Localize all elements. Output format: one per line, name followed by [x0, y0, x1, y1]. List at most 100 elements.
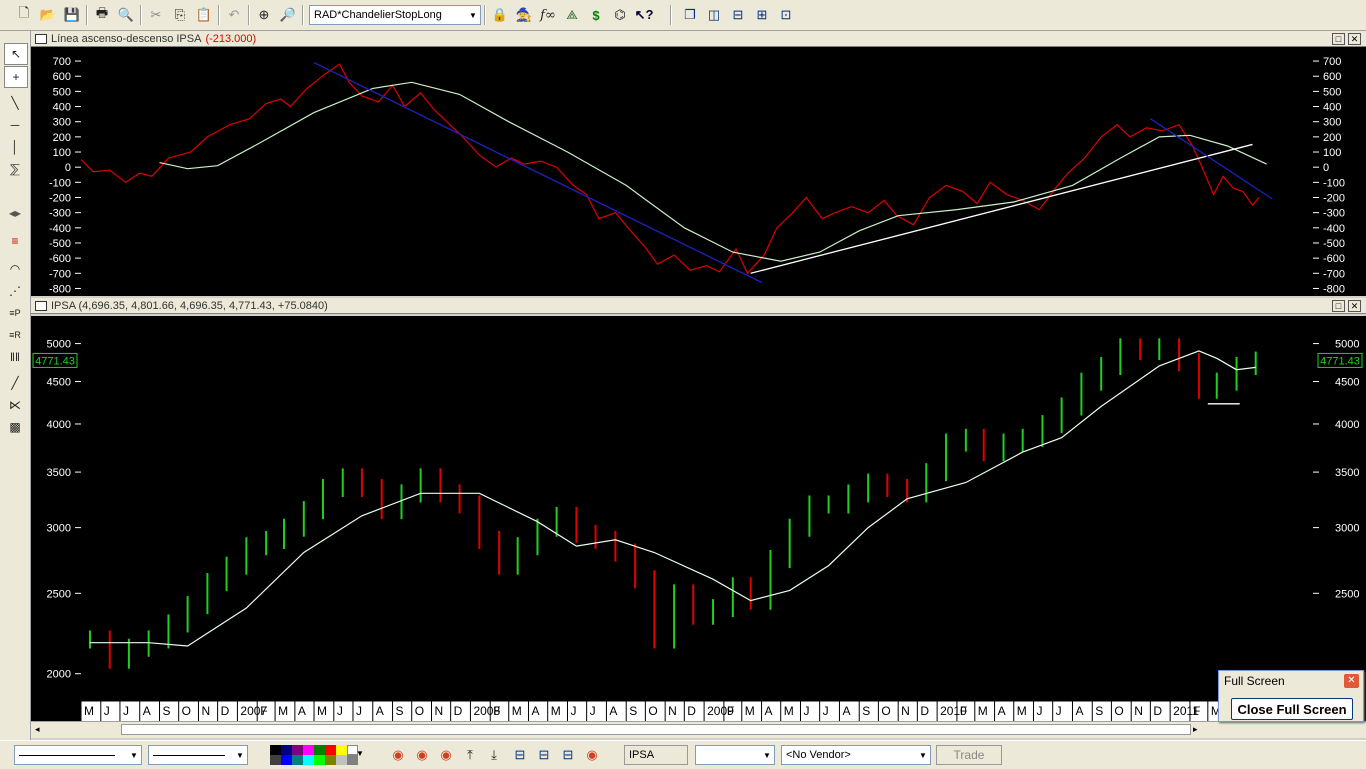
scroll-right-icon[interactable]: ▸: [1193, 724, 1198, 735]
trendline-tool-icon[interactable]: ╲: [4, 93, 26, 113]
y-tick-label: 0: [1323, 162, 1329, 174]
y-tick-label: 3000: [47, 523, 71, 535]
paste-icon[interactable]: 📋: [194, 5, 214, 25]
window-layout-icon[interactable]: ⊟: [534, 745, 554, 765]
line-width-select[interactable]: ▼: [148, 745, 248, 765]
close-icon[interactable]: ✕: [1348, 33, 1361, 45]
zoom-icon[interactable]: 🔎: [278, 5, 298, 25]
symbol-field[interactable]: IPSA: [624, 745, 688, 765]
close-fullscreen-button[interactable]: Close Full Screen: [1231, 698, 1353, 720]
trade-button[interactable]: Trade: [936, 745, 1002, 765]
y-tick-label: 200: [53, 132, 71, 144]
function-icon[interactable]: f∞: [538, 5, 558, 25]
import-icon[interactable]: ⤓: [484, 745, 504, 765]
print-preview-icon[interactable]: 🔍: [116, 5, 136, 25]
cut-icon[interactable]: ✂: [146, 5, 166, 25]
breadth-plot[interactable]: 700 700 600 600 500 500 400 400 300 300 200 200 100 1…: [31, 47, 1366, 296]
help-pointer-icon[interactable]: ↖?: [634, 5, 654, 25]
new-file-icon[interactable]: 🗋: [14, 5, 34, 25]
color-swatch[interactable]: [270, 755, 281, 765]
undo-icon[interactable]: ↶: [224, 5, 244, 25]
color-swatch[interactable]: [281, 745, 292, 755]
color-swatch[interactable]: [314, 745, 325, 755]
y-tick-label: -500: [1323, 238, 1345, 250]
gann-fan-tool-icon[interactable]: ⋉: [4, 395, 26, 415]
color-swatch[interactable]: [325, 755, 336, 765]
color-swatch[interactable]: [325, 745, 336, 755]
tile-horizontal-icon[interactable]: ⊟: [728, 5, 748, 25]
interval-select[interactable]: ▼: [695, 745, 775, 765]
line-tool-icon[interactable]: ╱: [4, 373, 26, 393]
chevron-down-icon[interactable]: ▼: [356, 749, 364, 758]
tile-grid-icon[interactable]: ⊞: [752, 5, 772, 25]
chart-horizontal-scrollbar[interactable]: ◂ ▸: [31, 721, 1366, 738]
breadth-moving-average: [159, 81, 1267, 262]
browser-icon[interactable]: ◉: [412, 745, 432, 765]
chevron-down-icon: ▼: [763, 750, 771, 760]
fib-retracement-tool-icon[interactable]: ≡R: [4, 325, 26, 345]
vertical-line-tool-icon[interactable]: │: [4, 137, 26, 157]
scroll-left-icon[interactable]: ◂: [35, 724, 40, 735]
close-icon[interactable]: ✕: [1344, 674, 1359, 688]
horizontal-line-tool-icon[interactable]: ─: [4, 115, 26, 135]
cycle-tool-icon[interactable]: ⅀: [4, 159, 26, 179]
vendor-select[interactable]: <No Vendor> ▼: [781, 745, 931, 765]
layout-settings-icon[interactable]: ⊡: [776, 5, 796, 25]
browser-icon[interactable]: ◉: [436, 745, 456, 765]
scrollbar-thumb[interactable]: [121, 724, 1191, 735]
window-layout-icon[interactable]: ⊟: [510, 745, 530, 765]
cascade-windows-icon[interactable]: ❐: [680, 5, 700, 25]
price-plot[interactable]: 5000 5000 4500 4500 4000 4000 3500 3500 3000 3000…: [31, 316, 1366, 721]
pointer-tool-icon[interactable]: ↖: [4, 43, 28, 65]
wizard-icon[interactable]: 🧙: [514, 5, 534, 25]
save-icon[interactable]: 💾: [62, 5, 82, 25]
tile-vertical-icon[interactable]: ◫: [704, 5, 724, 25]
color-swatch[interactable]: [303, 745, 314, 755]
print-icon[interactable]: 🖶: [92, 5, 112, 25]
y-tick-label: -700: [1323, 268, 1345, 280]
y-tick-label: 4500: [47, 377, 71, 389]
window-layout-icon[interactable]: ⊟: [558, 745, 578, 765]
line-style-select[interactable]: ▼: [14, 745, 142, 765]
triangle-tool-icon[interactable]: ⟁: [562, 5, 582, 25]
y-tick-label: 5000: [1335, 339, 1359, 351]
copy-icon[interactable]: ⎘: [170, 5, 190, 25]
color-swatch[interactable]: [336, 745, 347, 755]
color-swatch[interactable]: [303, 755, 314, 765]
study-select[interactable]: RAD*ChandelierStopLong ▼: [309, 5, 481, 25]
binoculars-icon[interactable]: ⌬: [610, 5, 630, 25]
maximize-icon[interactable]: □: [1332, 300, 1345, 312]
lock-icon[interactable]: 🔒: [490, 5, 510, 25]
crosshair-icon[interactable]: ⊕: [254, 5, 274, 25]
dollar-icon[interactable]: $: [586, 5, 606, 25]
fib-projection-tool-icon[interactable]: ≡P: [4, 303, 26, 323]
y-tick-label: -600: [1323, 253, 1345, 265]
browser-icon[interactable]: ◉: [582, 745, 602, 765]
export-icon[interactable]: ⤒: [460, 745, 480, 765]
color-swatch[interactable]: [292, 755, 303, 765]
fullscreen-panel-header: Full Screen ✕: [1219, 671, 1363, 691]
scroll-horizontal-icon[interactable]: ◂▸: [4, 203, 26, 223]
x-tick-label: O: [648, 704, 657, 718]
color-swatch[interactable]: [336, 755, 347, 765]
color-swatch[interactable]: [281, 755, 292, 765]
crosshair-tool-icon[interactable]: +: [4, 66, 28, 88]
color-swatch[interactable]: [314, 755, 325, 765]
vendor-select-value: <No Vendor>: [786, 749, 851, 761]
arc-tool-icon[interactable]: ◠: [4, 259, 26, 279]
grid-tool-icon[interactable]: ▩: [4, 417, 26, 437]
chart-window-icon: [35, 33, 47, 44]
fan-tool-icon[interactable]: ⋰: [4, 281, 26, 301]
open-folder-icon[interactable]: 📂: [38, 5, 58, 25]
y-tick-label: 700: [53, 56, 71, 68]
maximize-icon[interactable]: □: [1332, 33, 1345, 45]
color-swatch[interactable]: [270, 745, 281, 755]
browser-icon[interactable]: ◉: [388, 745, 408, 765]
time-zones-tool-icon[interactable]: ‖‖: [4, 347, 26, 367]
color-swatch[interactable]: [292, 745, 303, 755]
y-tick-label: 400: [1323, 102, 1341, 114]
speed-line-tool-icon[interactable]: ≡: [4, 231, 26, 251]
close-icon[interactable]: ✕: [1348, 300, 1361, 312]
color-palette[interactable]: [270, 745, 358, 765]
last-price-label: 4771.43: [35, 355, 75, 367]
